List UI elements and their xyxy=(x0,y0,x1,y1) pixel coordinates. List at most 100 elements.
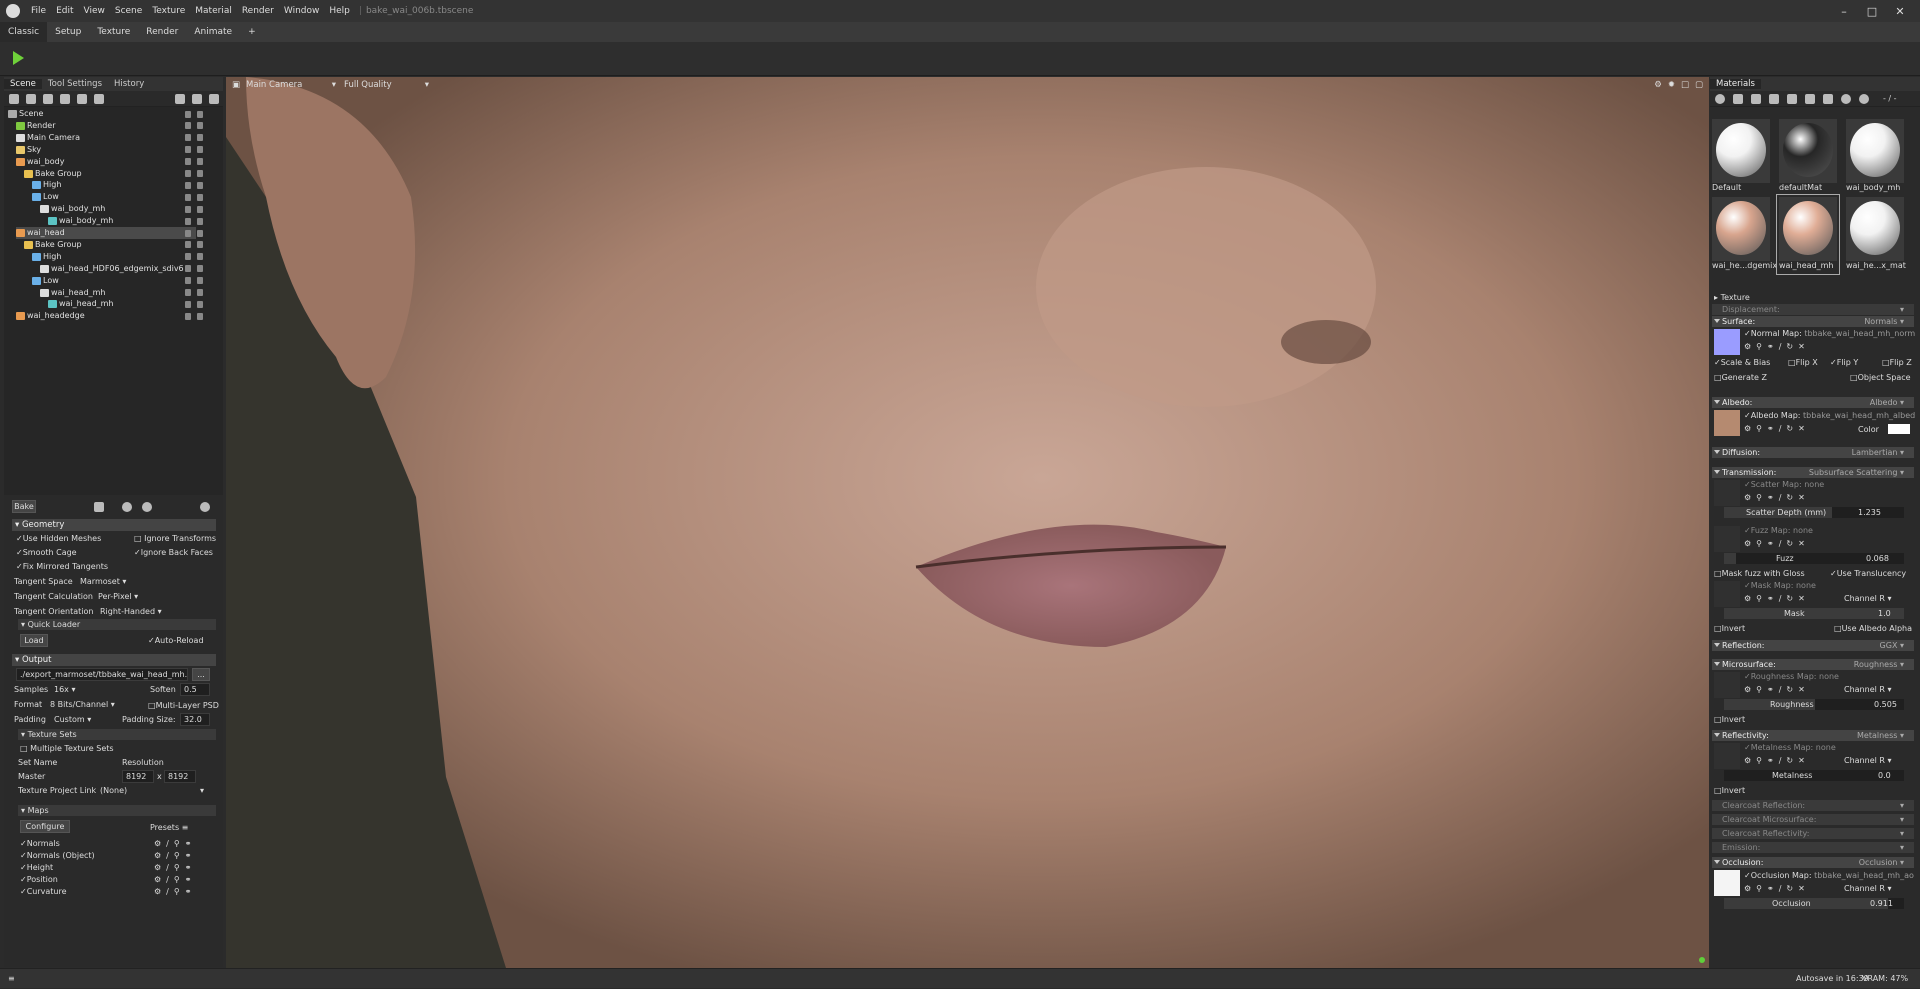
normal-map-file[interactable]: tbbake_wai_head_mh_norm xyxy=(1804,329,1915,338)
tree-node[interactable]: wai_headedge xyxy=(16,310,85,322)
map-tools[interactable]: ⚙∕⚲⚭ xyxy=(154,886,196,898)
menu-material[interactable]: Material xyxy=(190,6,237,16)
lock-icon[interactable] xyxy=(185,146,191,154)
normal-map-tools[interactable]: ⚙⚲⚭∕↻✕ xyxy=(1744,341,1810,352)
tree-node[interactable]: High xyxy=(32,251,61,263)
menu-scene[interactable]: Scene xyxy=(110,6,147,16)
resolution-height-field[interactable]: 8192 xyxy=(164,770,196,783)
roughness-invert-checkbox[interactable]: □Invert xyxy=(1714,714,1745,725)
viewport-settings-icon[interactable]: ⚙ xyxy=(1654,80,1662,90)
lock-icon[interactable] xyxy=(185,134,191,142)
minimize-icon[interactable]: – xyxy=(1830,5,1858,18)
visibility-icon[interactable] xyxy=(197,158,203,166)
reflection-section[interactable]: Reflection: GGX ▾ xyxy=(1712,640,1914,651)
visibility-icon[interactable] xyxy=(197,217,203,225)
texture-sets-section[interactable]: ▾ Texture Sets xyxy=(18,729,216,740)
albedo-section[interactable]: Albedo: Albedo ▾ xyxy=(1712,397,1914,408)
browse-button[interactable]: ... xyxy=(192,668,210,681)
occlusion-map-tools[interactable]: ⚙⚲⚭∕↻✕ xyxy=(1744,883,1810,894)
tangent-calculation-select[interactable]: Per-Pixel ▾ xyxy=(98,591,138,603)
tab-render[interactable]: Render xyxy=(138,22,186,42)
flip-x-checkbox[interactable]: □Flip X xyxy=(1788,357,1818,368)
add-light-icon[interactable] xyxy=(26,93,36,104)
visibility-icon[interactable] xyxy=(197,289,203,296)
add-shadow-icon[interactable] xyxy=(94,93,104,104)
add-material-icon[interactable] xyxy=(1715,93,1725,104)
roughness-map-thumbnail[interactable] xyxy=(1714,672,1740,698)
high-toggle-icon[interactable] xyxy=(122,502,132,512)
maps-section[interactable]: ▾ Maps xyxy=(18,805,216,816)
albedo-map-file[interactable]: tbbake_wai_head_mh_albed xyxy=(1803,411,1915,420)
load-button[interactable]: Load xyxy=(20,634,48,647)
lock-icon[interactable] xyxy=(185,170,191,177)
fuzz-map-toggle[interactable]: ✓Fuzz Map: none xyxy=(1744,525,1813,536)
map-item[interactable]: ✓Normals (Object) ⚙∕⚲⚭ xyxy=(20,850,210,862)
metalness-map-tools[interactable]: ⚙⚲⚭∕↻✕ xyxy=(1744,755,1810,766)
low-toggle-icon[interactable] xyxy=(142,502,152,512)
tree-node[interactable]: High xyxy=(32,179,61,191)
roughness-map-tools[interactable]: ⚙⚲⚭∕↻✕ xyxy=(1744,684,1810,695)
clearcoat-microsurface-section[interactable]: Clearcoat Microsurface: ▾ xyxy=(1712,814,1914,825)
map-item[interactable]: ✓Curvature ⚙∕⚲⚭ xyxy=(20,886,210,898)
help-icon[interactable] xyxy=(200,502,210,512)
use-translucency-checkbox[interactable]: ✓Use Translucency xyxy=(1830,568,1906,579)
tab-tool-settings[interactable]: Tool Settings xyxy=(42,79,108,89)
lock-icon[interactable] xyxy=(185,229,191,237)
camera-select[interactable]: Main Camera ▾ xyxy=(246,80,336,90)
lock-icon[interactable] xyxy=(185,205,191,213)
maximize-icon[interactable]: □ xyxy=(1858,5,1886,18)
visibility-icon[interactable] xyxy=(197,181,203,189)
texture-project-link-select[interactable]: (None) ▾ xyxy=(100,785,204,797)
add-camera-icon[interactable] xyxy=(43,93,53,104)
mask-map-toggle[interactable]: ✓Mask Map: none xyxy=(1744,580,1816,591)
map-item[interactable]: ✓Position ⚙∕⚲⚭ xyxy=(20,874,210,886)
diffusion-section[interactable]: Diffusion: Lambertian ▾ xyxy=(1712,447,1914,458)
roughness-value[interactable]: 0.505 xyxy=(1874,699,1897,710)
lock-icon[interactable] xyxy=(185,265,191,273)
format-select[interactable]: 8 Bits/Channel ▾ xyxy=(50,699,115,711)
metalness-value[interactable]: 0.0 xyxy=(1878,770,1891,781)
albedo-map-toggle[interactable]: ✓Albedo Map: tbbake_wai_head_mh_albed xyxy=(1744,410,1915,421)
status-menu-icon[interactable]: ≡ xyxy=(8,969,15,989)
tab-animate[interactable]: Animate xyxy=(186,22,240,42)
menu-view[interactable]: View xyxy=(79,6,110,16)
occlusion-map-thumbnail[interactable] xyxy=(1714,870,1740,896)
lock-icon[interactable] xyxy=(185,193,191,201)
samples-select[interactable]: 16x ▾ xyxy=(54,684,75,696)
surface-section[interactable]: Surface: Normals ▾ xyxy=(1712,316,1914,327)
tab-setup[interactable]: Setup xyxy=(47,22,89,42)
metalness-channel-select[interactable]: Channel R ▾ xyxy=(1844,755,1892,766)
displacement-section[interactable]: Displacement: ▾ xyxy=(1712,304,1914,315)
viewport-fullscreen-icon[interactable]: ▢ xyxy=(1695,80,1703,90)
tree-node[interactable]: Sky xyxy=(16,144,41,156)
ignore-back-faces-checkbox[interactable]: ✓Ignore Back Faces xyxy=(134,547,213,559)
open-material-icon[interactable] xyxy=(1769,93,1779,104)
tangent-orientation-select[interactable]: Right-Handed ▾ xyxy=(100,606,162,618)
clearcoat-reflectivity-section[interactable]: Clearcoat Reflectivity: ▾ xyxy=(1712,828,1914,839)
select-tool-icon[interactable] xyxy=(13,51,24,65)
metalness-slider[interactable] xyxy=(1724,770,1904,781)
visibility-icon[interactable] xyxy=(197,253,203,261)
add-mesh-icon[interactable] xyxy=(60,93,70,104)
visibility-icon[interactable] xyxy=(197,229,203,237)
map-tools[interactable]: ⚙∕⚲⚭ xyxy=(154,838,196,850)
flip-y-checkbox[interactable]: ✓Flip Y xyxy=(1830,357,1858,368)
tab-materials[interactable]: Materials xyxy=(1710,79,1761,89)
albedo-map-thumbnail[interactable] xyxy=(1714,410,1740,436)
delete-icon[interactable] xyxy=(209,93,219,104)
menu-render[interactable]: Render xyxy=(237,6,279,16)
menu-texture[interactable]: Texture xyxy=(147,6,190,16)
fix-mirrored-tangents-checkbox[interactable]: ✓Fix Mirrored Tangents xyxy=(16,561,108,573)
quality-select[interactable]: Full Quality ▾ xyxy=(344,80,429,90)
menu-edit[interactable]: Edit xyxy=(51,6,78,16)
roughness-map-toggle[interactable]: ✓Roughness Map: none xyxy=(1744,671,1839,682)
viewport-options-icon[interactable]: ✹ xyxy=(1668,80,1675,90)
material-swatch[interactable]: defaultMat xyxy=(1777,117,1839,196)
clearcoat-reflection-section[interactable]: Clearcoat Reflection: ▾ xyxy=(1712,800,1914,811)
tab-texture[interactable]: Texture xyxy=(89,22,138,42)
tree-node[interactable]: wai_head_mh xyxy=(40,287,106,299)
lock-icon[interactable] xyxy=(185,110,191,118)
bake-settings-icon[interactable] xyxy=(94,502,104,512)
duplicate-icon[interactable] xyxy=(192,93,202,104)
material-swatch[interactable]: wai_he...x_mat xyxy=(1844,195,1906,274)
